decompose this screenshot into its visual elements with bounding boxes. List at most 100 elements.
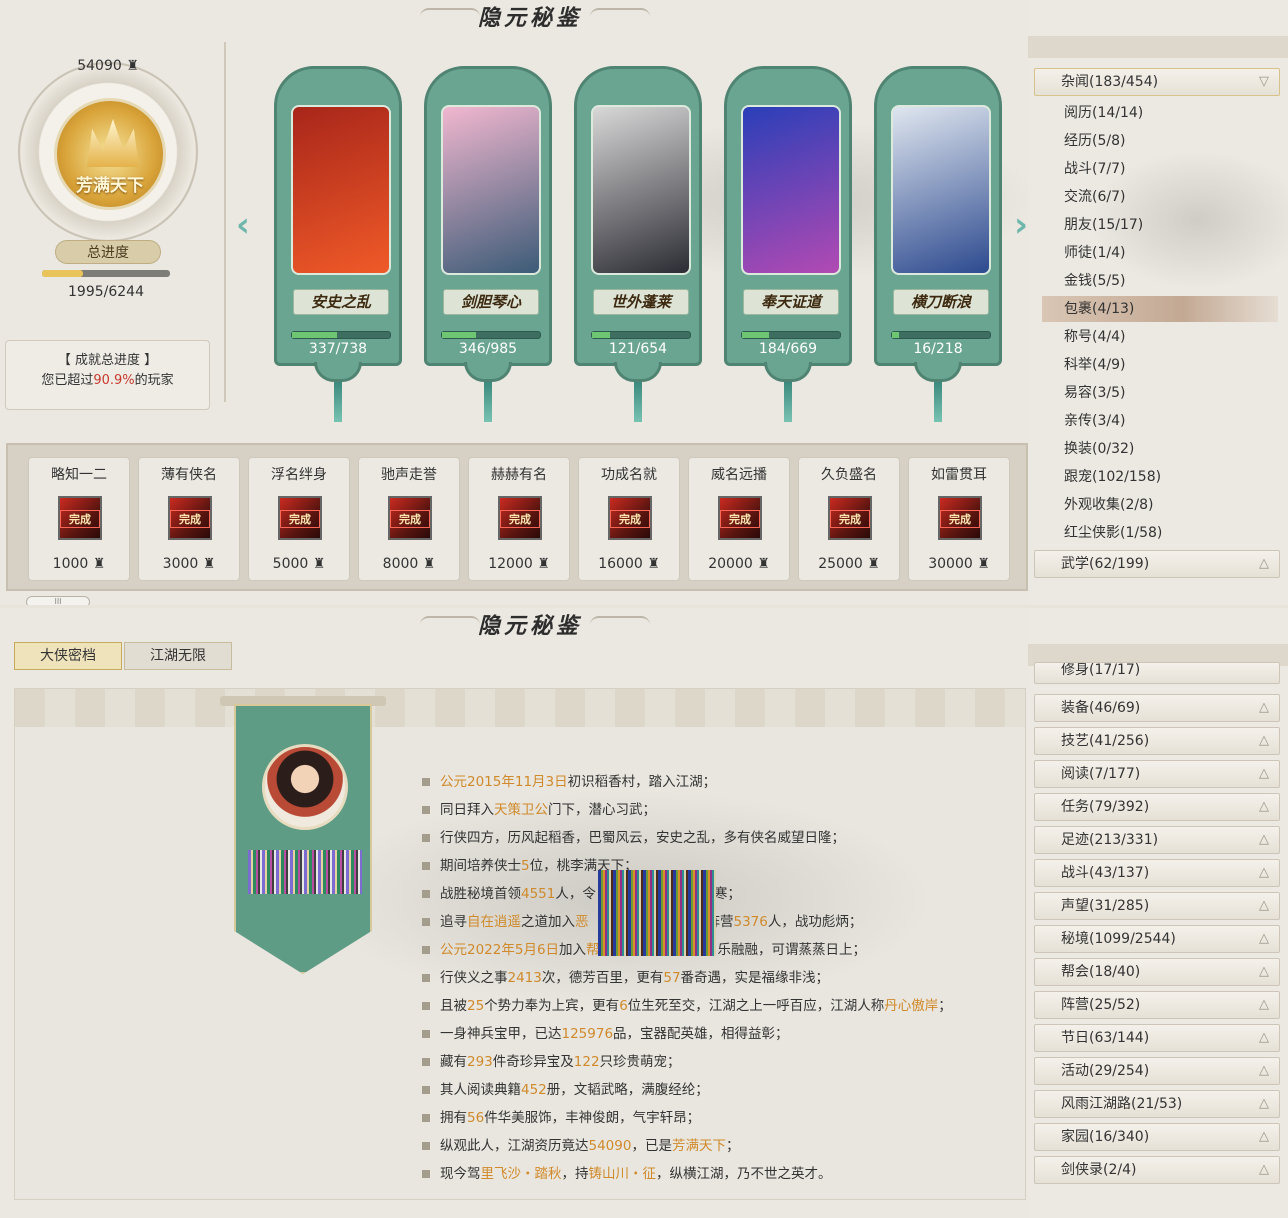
story-text: 行侠义之事 bbox=[440, 970, 508, 986]
tassel bbox=[334, 382, 342, 422]
subcategory-item[interactable]: 换装(0/32) bbox=[1042, 436, 1278, 462]
category-item[interactable]: 帮会(18/40) △ bbox=[1034, 958, 1280, 986]
subcategory-item[interactable]: 金钱(5/5) bbox=[1042, 268, 1278, 294]
category-item[interactable]: 活动(29/254) △ bbox=[1034, 1057, 1280, 1085]
milestone-icon: 完成 bbox=[718, 496, 762, 540]
category-item[interactable]: 阅读(7/177) △ bbox=[1034, 760, 1280, 788]
highlight-text: 57 bbox=[663, 970, 681, 986]
story-text: ，持 bbox=[561, 1166, 589, 1182]
page-title: 隐元秘鉴 bbox=[478, 5, 583, 31]
expand-icon: △ bbox=[1259, 1096, 1269, 1111]
story-text: 其人阅读典籍 bbox=[440, 1082, 521, 1098]
milestone-card[interactable]: 薄有侠名 完成 3000 ♜ bbox=[138, 457, 240, 581]
expand-icon: △ bbox=[1259, 964, 1269, 979]
card-frame: 奉天证道 184/669 bbox=[724, 66, 852, 366]
category-card[interactable]: 世外蓬莱 121/654 bbox=[574, 66, 702, 422]
category-card[interactable]: 横刀断浪 16/218 bbox=[874, 66, 1002, 422]
subcategory-item[interactable]: 经历(5/8) bbox=[1042, 128, 1278, 154]
story-line: 且被25个势力奉为上宾，更有6位生死至交，江湖之上一呼百应，江湖人称丹心傲岸； bbox=[420, 992, 1010, 1020]
subcategory-item[interactable]: 易容(3/5) bbox=[1042, 380, 1278, 406]
category-item[interactable]: 技艺(41/256) △ bbox=[1034, 727, 1280, 755]
milestone-card[interactable]: 略知一二 完成 1000 ♜ bbox=[28, 457, 130, 581]
card-tail bbox=[314, 362, 362, 382]
completed-stamp: 完成 bbox=[940, 510, 980, 528]
category-item[interactable]: 家园(16/340) △ bbox=[1034, 1123, 1280, 1151]
tab-dossier[interactable]: 大侠密档 bbox=[14, 642, 122, 670]
milestone-icon: 完成 bbox=[608, 496, 652, 540]
subcategory-item[interactable]: 称号(4/4) bbox=[1042, 324, 1278, 350]
milestone-card[interactable]: 威名远播 完成 20000 ♜ bbox=[688, 457, 790, 581]
next-arrow-icon[interactable]: › bbox=[1014, 205, 1028, 245]
highlight-text: 公元2022年5月6日 bbox=[440, 942, 560, 958]
subcategory-item[interactable]: 朋友(15/17) bbox=[1042, 212, 1278, 238]
horizontal-scrollbar[interactable]: III bbox=[26, 596, 90, 605]
milestone-card[interactable]: 功成名就 完成 16000 ♜ bbox=[578, 457, 680, 581]
milestone-name: 功成名就 bbox=[601, 467, 657, 483]
total-progress-bar bbox=[42, 270, 170, 277]
card-progress-fill bbox=[292, 332, 337, 338]
category-partial[interactable]: 修身(17/17) bbox=[1034, 662, 1280, 684]
story-text: ，已是 bbox=[631, 1138, 672, 1154]
milestone-card[interactable]: 赫赫有名 完成 12000 ♜ bbox=[468, 457, 570, 581]
points-icon: ♜ bbox=[308, 556, 326, 572]
crown-icon bbox=[87, 119, 139, 167]
category-item[interactable]: 节日(63/144) △ bbox=[1034, 1024, 1280, 1052]
subcategory-item[interactable]: 包裹(4/13) bbox=[1042, 296, 1278, 322]
subcategory-item[interactable]: 阅历(14/14) bbox=[1042, 100, 1278, 126]
milestone-name: 威名远播 bbox=[711, 467, 767, 483]
completed-stamp: 完成 bbox=[720, 510, 760, 528]
story-text: 一身神兵宝甲，已达 bbox=[440, 1026, 562, 1042]
category-card[interactable]: 剑胆琴心 346/985 bbox=[424, 66, 552, 422]
highlight-text: 5376 bbox=[733, 914, 768, 930]
story-line: 现今驾里飞沙・踏秋，持铸山川・征，纵横江湖，乃不世之英才。 bbox=[420, 1160, 1010, 1188]
prev-arrow-icon[interactable]: ‹ bbox=[236, 205, 250, 245]
category-item[interactable]: 装备(46/69) △ bbox=[1034, 694, 1280, 722]
category-item[interactable]: 足迹(213/331) △ bbox=[1034, 826, 1280, 854]
category-open[interactable]: 杂闻(183/454) ▽ bbox=[1034, 68, 1280, 96]
category-item[interactable]: 战斗(43/137) △ bbox=[1034, 859, 1280, 887]
category-item[interactable]: 任务(79/392) △ bbox=[1034, 793, 1280, 821]
highlight-text: 2413 bbox=[507, 970, 542, 986]
tab-jianghu[interactable]: 江湖无限 bbox=[124, 642, 232, 670]
subcategory-item[interactable]: 红尘侠影(1/58) bbox=[1042, 520, 1278, 546]
highlight-text: 铸山川・征 bbox=[588, 1166, 657, 1182]
rank-percent: 90.9% bbox=[93, 373, 135, 388]
subcategory-item[interactable]: 跟宠(102/158) bbox=[1042, 464, 1278, 490]
story-text: 之道加入 bbox=[521, 914, 575, 930]
subcategory-item[interactable]: 交流(6/7) bbox=[1042, 184, 1278, 210]
achievement-badge[interactable]: 54090 ♜ 芳满天下 bbox=[18, 58, 198, 242]
subcategory-item[interactable]: 外观收集(2/8) bbox=[1042, 492, 1278, 518]
category-list-top: 杂闻(183/454) ▽ 阅历(14/14) 经历(5/8) 战斗(7/7) 交流(6… bbox=[1028, 0, 1288, 605]
subcategory-item[interactable]: 战斗(7/7) bbox=[1042, 156, 1278, 182]
category-item[interactable]: 风雨江湖路(21/53) △ bbox=[1034, 1090, 1280, 1118]
milestone-card[interactable]: 驰声走誉 完成 8000 ♜ bbox=[358, 457, 460, 581]
subcategory-item[interactable]: 科举(4/9) bbox=[1042, 352, 1278, 378]
category-item[interactable]: 阵营(25/52) △ bbox=[1034, 991, 1280, 1019]
card-tail bbox=[464, 362, 512, 382]
milestone-card[interactable]: 浮名绊身 完成 5000 ♜ bbox=[248, 457, 350, 581]
milestone-card[interactable]: 如雷贯耳 完成 30000 ♜ bbox=[908, 457, 1010, 581]
category-item[interactable]: 声望(31/285) △ bbox=[1034, 892, 1280, 920]
subcategory-item[interactable]: 师徒(1/4) bbox=[1042, 240, 1278, 266]
card-progress-fill bbox=[892, 332, 900, 338]
category-next[interactable]: 武学(62/199) △ bbox=[1034, 550, 1280, 578]
expand-icon: △ bbox=[1259, 799, 1269, 814]
category-card[interactable]: 安史之乱 337/738 bbox=[274, 66, 402, 422]
story-text: 只珍贵萌宠； bbox=[599, 1054, 681, 1070]
expand-icon: △ bbox=[1259, 865, 1269, 880]
category-item[interactable]: 剑侠录(2/4) △ bbox=[1034, 1156, 1280, 1184]
milestone-card[interactable]: 久负盛名 完成 25000 ♜ bbox=[798, 457, 900, 581]
story-text: 战胜秘境首领 bbox=[440, 886, 521, 902]
story-text: 册，文韬武略，满腹经纶； bbox=[546, 1082, 709, 1098]
story-text: 寒； bbox=[713, 886, 741, 902]
card-name: 剑胆琴心 bbox=[443, 289, 539, 315]
card-progress-fill bbox=[592, 332, 611, 338]
points-icon: ♜ bbox=[752, 556, 770, 572]
expand-icon: △ bbox=[1259, 898, 1269, 913]
subcategory-item[interactable]: 亲传(3/4) bbox=[1042, 408, 1278, 434]
milestone-name: 略知一二 bbox=[51, 467, 107, 483]
milestone-name: 驰声走誉 bbox=[381, 467, 437, 483]
category-card[interactable]: 奉天证道 184/669 bbox=[724, 66, 852, 422]
story-text: 位生死至交，江湖之上一呼百应，江湖人称 bbox=[627, 998, 885, 1014]
category-item[interactable]: 秘境(1099/2544) △ bbox=[1034, 925, 1280, 953]
